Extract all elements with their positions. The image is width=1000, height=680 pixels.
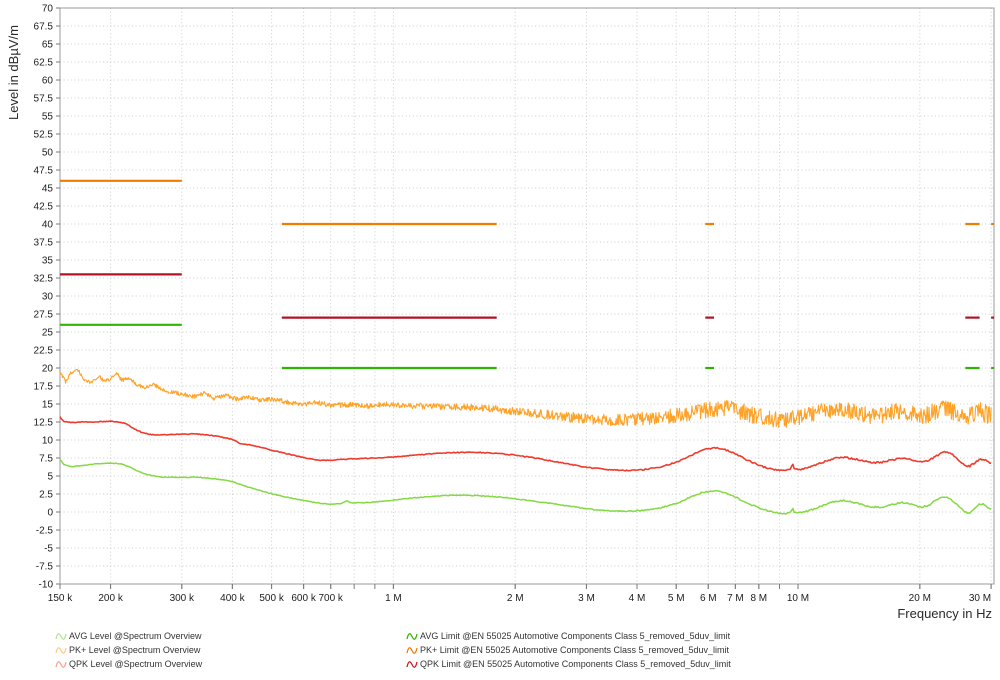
x-tick-label: 7 M: [727, 593, 744, 604]
trace-wave-icon: [406, 659, 418, 670]
x-tick-label: 2 M: [507, 593, 524, 604]
y-tick-label: 45: [42, 184, 54, 195]
x-tick-label: 300 k: [170, 593, 195, 604]
plot-canvas: 7067.56562.56057.55552.55047.54542.54037…: [0, 0, 1000, 680]
y-tick-label: 25: [42, 328, 54, 339]
x-axis-title: Frequency in Hz: [897, 606, 992, 621]
y-tick-label: 57.5: [34, 94, 54, 105]
trace-wave-icon: [406, 645, 418, 656]
legend-item-qpk-limit[interactable]: QPK Limit @EN 55025 Automotive Component…: [406, 657, 731, 671]
trace-wave-icon: [55, 631, 67, 642]
x-tick-label: 10 M: [787, 593, 809, 604]
y-tick-label: 0: [47, 508, 53, 519]
y-tick-label: 60: [42, 76, 54, 87]
x-tick-label: 200 k: [98, 593, 123, 604]
legend-item-label: AVG Limit @EN 55025 Automotive Component…: [420, 631, 730, 641]
y-tick-label: -5: [44, 544, 53, 555]
x-tick-label: 150 k: [48, 593, 73, 604]
y-tick-label: 40: [42, 220, 54, 231]
legend-item-label: PK+ Level @Spectrum Overview: [69, 645, 200, 655]
legend-item-qpk-level[interactable]: QPK Level @Spectrum Overview: [55, 657, 202, 671]
x-tick-label: 400 k: [220, 593, 245, 604]
y-tick-label: 70: [42, 4, 54, 15]
x-tick-label: 600 k: [291, 593, 316, 604]
y-axis: 7067.56562.56057.55552.55047.54542.54037…: [34, 4, 60, 591]
legend-item-pk-level[interactable]: PK+ Level @Spectrum Overview: [55, 643, 202, 657]
legend-item-avg-level[interactable]: AVG Level @Spectrum Overview: [55, 629, 202, 643]
y-tick-label: 7.5: [39, 454, 53, 465]
y-tick-label: 2.5: [39, 490, 53, 501]
legend-limits: AVG Limit @EN 55025 Automotive Component…: [406, 629, 731, 671]
y-tick-label: -7.5: [36, 562, 54, 573]
gridlines: [60, 8, 994, 584]
x-tick-label: 6 M: [700, 593, 717, 604]
x-tick-label: 20 M: [909, 593, 931, 604]
legend-item-label: QPK Limit @EN 55025 Automotive Component…: [420, 659, 731, 669]
y-tick-label: 67.5: [34, 22, 54, 33]
y-tick-label: 27.5: [34, 310, 54, 321]
y-axis-title: Level in dBµV/m: [6, 25, 21, 120]
trace-avg-level: [60, 460, 991, 514]
y-tick-label: 22.5: [34, 346, 54, 357]
traces: [60, 369, 991, 514]
y-tick-label: 15: [42, 400, 54, 411]
y-tick-label: -10: [39, 580, 54, 591]
y-tick-label: 17.5: [34, 382, 54, 393]
trace-wave-icon: [55, 659, 67, 670]
x-tick-label: 500 k: [259, 593, 284, 604]
x-tick-label: 5 M: [668, 593, 685, 604]
x-tick-label: 4 M: [629, 593, 646, 604]
y-tick-label: 12.5: [34, 418, 54, 429]
legend-item-pk-limit[interactable]: PK+ Limit @EN 55025 Automotive Component…: [406, 643, 731, 657]
x-axis: 150 k 200 k 300 k 400 k 500 k 600 k700 k 1 M 2 …: [48, 584, 991, 604]
limit-lines: [60, 181, 994, 368]
legend-item-label: PK+ Limit @EN 55025 Automotive Component…: [420, 645, 729, 655]
y-tick-label: 47.5: [34, 166, 54, 177]
y-tick-label: 55: [42, 112, 54, 123]
y-tick-label: 37.5: [34, 238, 54, 249]
trace-wave-icon: [55, 645, 67, 656]
trace-qpk-level: [60, 417, 991, 471]
y-tick-label: 32.5: [34, 274, 54, 285]
legend-item-avg-limit[interactable]: AVG Limit @EN 55025 Automotive Component…: [406, 629, 731, 643]
y-tick-label: 5: [47, 472, 53, 483]
y-tick-label: 50: [42, 148, 54, 159]
y-tick-label: 20: [42, 364, 54, 375]
y-tick-label: 52.5: [34, 130, 54, 141]
plot-area[interactable]: [60, 8, 994, 584]
x-tick-label: 1 M: [385, 593, 402, 604]
y-tick-label: 62.5: [34, 58, 54, 69]
y-tick-label: 42.5: [34, 202, 54, 213]
trace-wave-icon: [406, 631, 418, 642]
legend-item-label: AVG Level @Spectrum Overview: [69, 631, 202, 641]
y-tick-label: 10: [42, 436, 54, 447]
y-tick-label: 65: [42, 40, 54, 51]
x-tick-label: 3 M: [578, 593, 595, 604]
trace-pk-level: [60, 369, 991, 427]
emc-spectrum-chart: 7067.56562.56057.55552.55047.54542.54037…: [0, 0, 1000, 680]
x-tick-label: 30 M: [969, 593, 991, 604]
legend-traces: AVG Level @Spectrum Overview PK+ Level @S…: [55, 629, 202, 671]
x-tick-label: 700 k: [318, 593, 343, 604]
x-tick-label: 8 M: [750, 593, 767, 604]
legend-item-label: QPK Level @Spectrum Overview: [69, 659, 202, 669]
y-tick-label: -2.5: [36, 526, 54, 537]
y-tick-label: 35: [42, 256, 54, 267]
y-tick-label: 30: [42, 292, 54, 303]
